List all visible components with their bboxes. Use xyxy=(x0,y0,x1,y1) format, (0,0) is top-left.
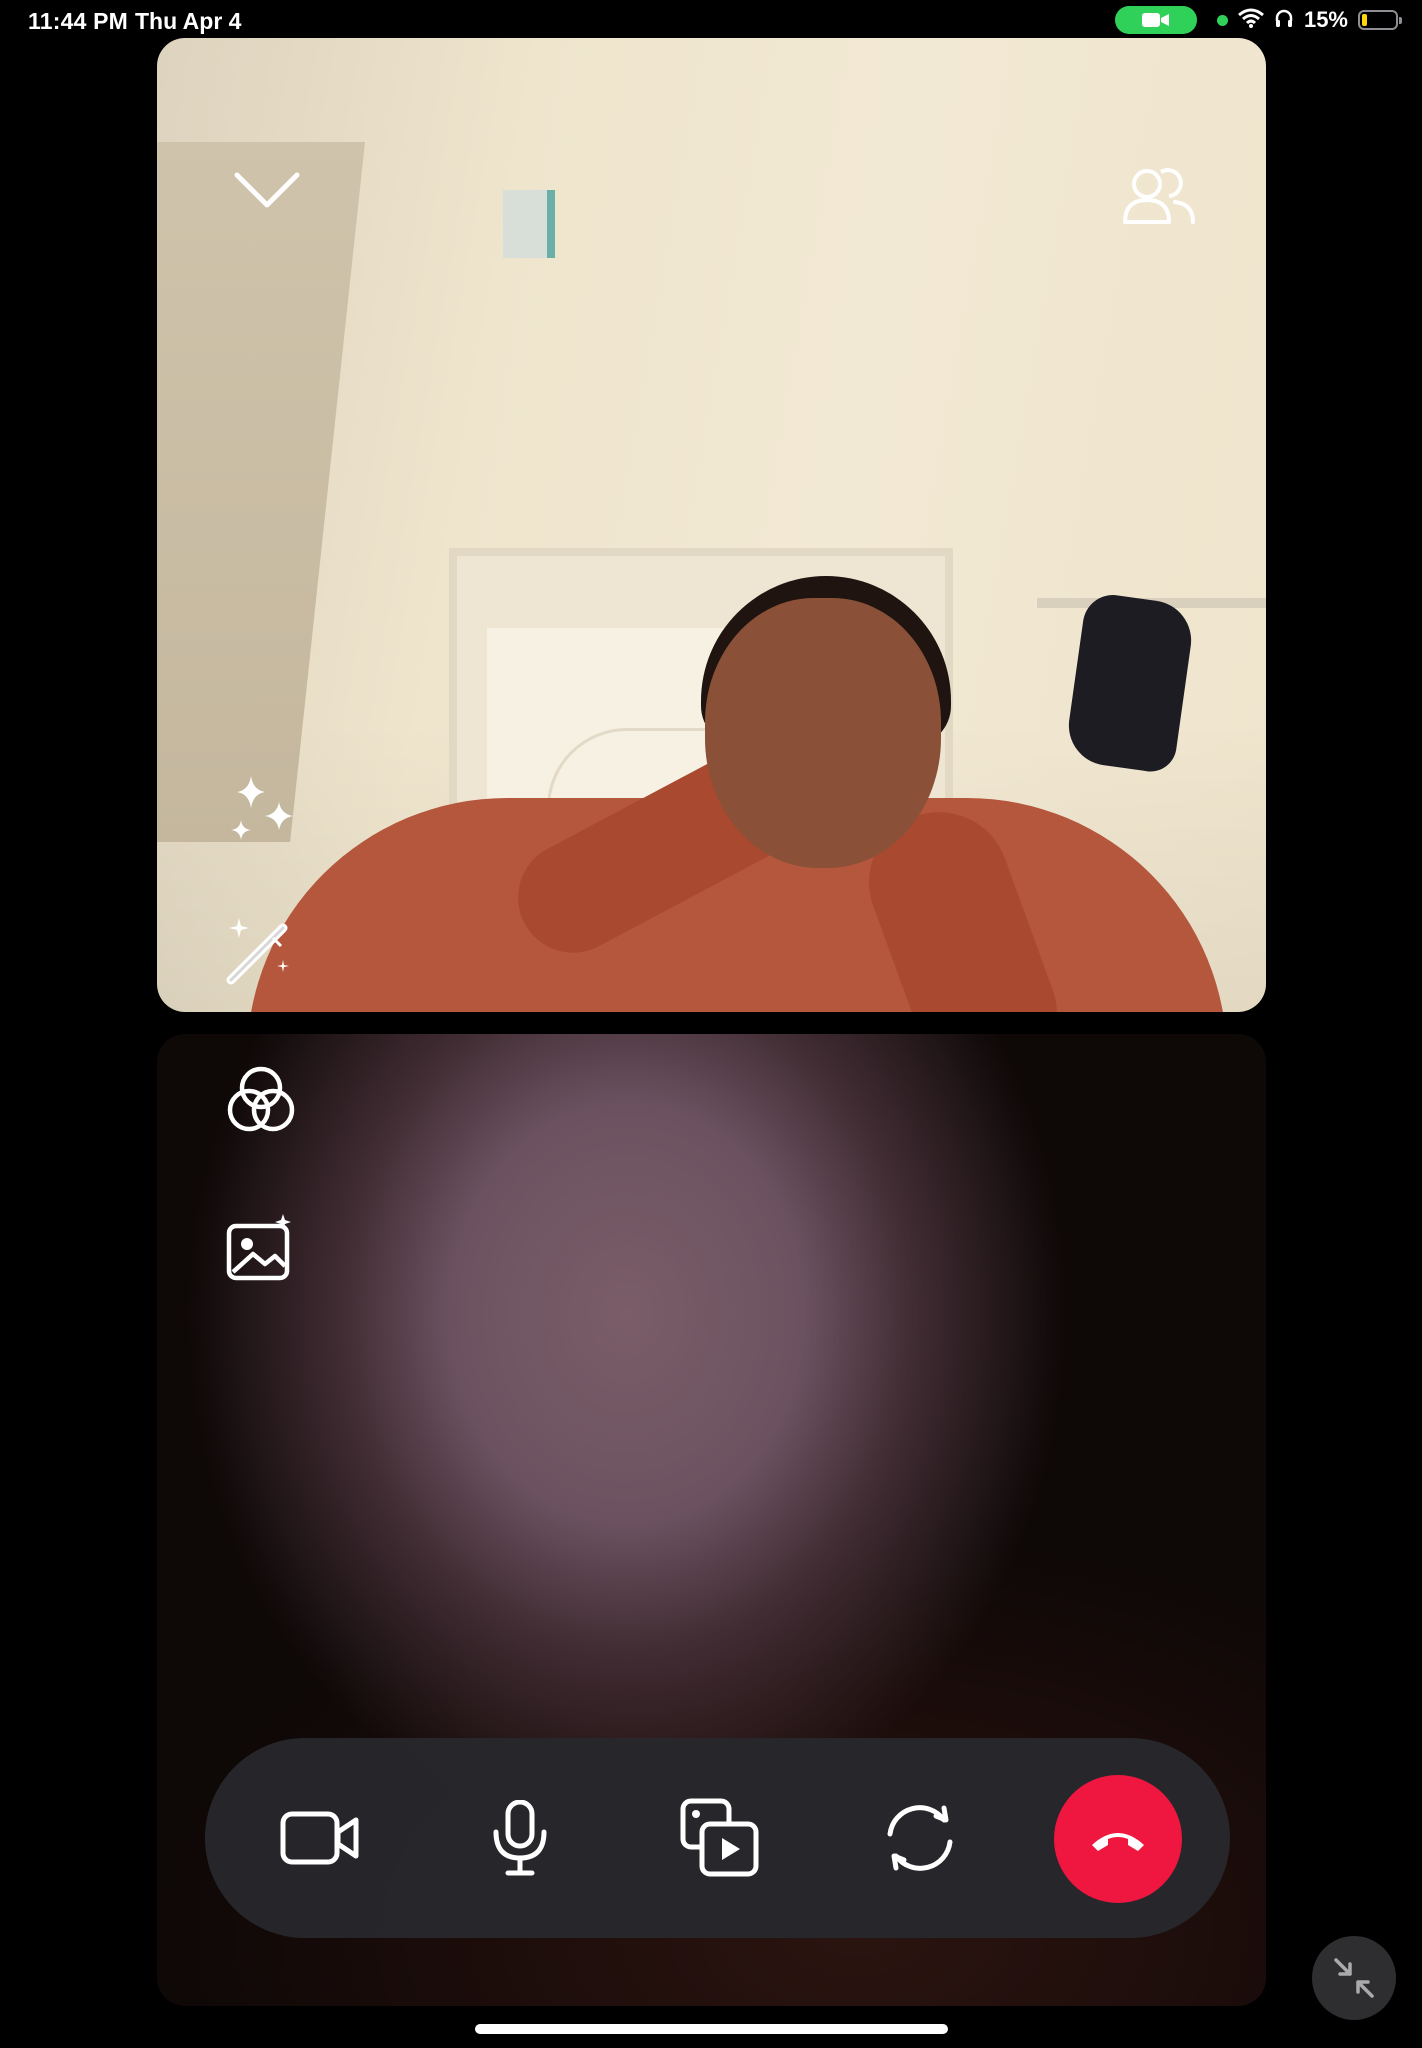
filters-icon[interactable] xyxy=(217,1056,305,1144)
home-indicator[interactable] xyxy=(475,2024,948,2034)
headphones-icon xyxy=(1274,8,1294,33)
scene-wall xyxy=(157,142,365,842)
status-date: Thu Apr 4 xyxy=(135,8,242,34)
remote-video-feed[interactable] xyxy=(157,38,1266,1012)
participant-face xyxy=(705,598,941,868)
share-media-button[interactable] xyxy=(655,1738,785,1938)
camera-icon xyxy=(280,1811,359,1865)
magic-wand-icon[interactable] xyxy=(217,906,305,994)
share-media-icon xyxy=(680,1798,759,1877)
end-call-icon xyxy=(1092,1833,1144,1851)
end-call-button[interactable] xyxy=(1054,1775,1182,1903)
privacy-indicator-dot xyxy=(1216,14,1228,26)
battery-icon xyxy=(1358,10,1402,30)
wifi-icon xyxy=(1237,8,1264,33)
sparkles-effects-icon[interactable] xyxy=(217,766,305,854)
scene-sensor xyxy=(503,190,555,258)
microphone-toggle-button[interactable] xyxy=(455,1738,585,1938)
camera-toggle-button[interactable] xyxy=(255,1738,385,1938)
minimize-button[interactable] xyxy=(1312,1936,1396,2020)
status-bar: 11:44 PM Thu Apr 4 15% xyxy=(0,0,1422,40)
battery-percent: 15% xyxy=(1303,7,1348,32)
status-time: 11:44 PM xyxy=(28,8,129,34)
microphone-icon xyxy=(493,1800,547,1876)
call-control-bar xyxy=(205,1738,1230,1938)
camera-in-use-icon[interactable] xyxy=(1114,6,1197,34)
chevron-down-icon[interactable] xyxy=(227,160,307,220)
background-image-icon[interactable] xyxy=(217,1204,305,1292)
battery-fill xyxy=(1362,14,1367,26)
scene-cap xyxy=(1063,591,1197,775)
status-right: 15% xyxy=(1114,6,1402,34)
participants-icon[interactable] xyxy=(1119,154,1199,234)
minimize-arrows-icon xyxy=(1334,1958,1374,1998)
flip-camera-icon xyxy=(887,1805,953,1871)
flip-camera-button[interactable] xyxy=(855,1738,985,1938)
